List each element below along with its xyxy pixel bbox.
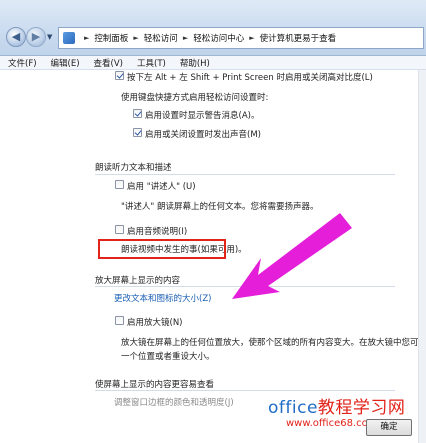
watermark-cn: 教程学习网: [317, 398, 406, 418]
menu-view[interactable]: 查看(V): [94, 57, 123, 69]
hc-sound-label[interactable]: 启用或关闭设置时发出声音(M): [145, 128, 261, 140]
menu-bar: 文件(F) 编辑(E) 查看(V) 工具(T) 帮助(H): [0, 56, 426, 70]
change-text-size-link[interactable]: 更改文本和图标的大小(Z): [114, 292, 211, 304]
history-dropdown-icon[interactable]: ▼: [47, 33, 52, 41]
address-bar-area: ◀ ▶ ▼ ► 控制面板 ► 轻松访问 ► 轻松访问中心 ► 使计算机更易于查看: [0, 0, 426, 56]
magnifier-description-line2: 一个位置或者重设大小。: [121, 352, 215, 362]
window-border-color-link[interactable]: 调整窗口边框的颜色和透明度(J): [114, 396, 234, 408]
address-path[interactable]: ► 控制面板 ► 轻松访问 ► 轻松访问中心 ► 使计算机更易于查看: [58, 27, 424, 49]
narrator-heading: 朗读听力文本和描述: [95, 163, 172, 173]
section-divider: [95, 174, 395, 175]
forward-arrow-icon: ▶: [31, 30, 41, 43]
magnifier-checkbox[interactable]: [115, 316, 124, 325]
magnifier-description-line1: 放大镜在屏幕上的任何位置放大，使那个区域的所有内容变大。在放大镜中您可以: [121, 338, 426, 348]
narrator-description: "讲述人" 朗读屏幕上的任何文本。您将需要扬声器。: [121, 202, 319, 212]
watermark-latin: office: [268, 398, 318, 418]
breadcrumb-separator-icon[interactable]: ►: [183, 34, 188, 42]
hc-shortcut-label[interactable]: 按下左 Alt + 左 Shift + Print Screen 时启用或关闭高…: [127, 71, 373, 83]
breadcrumb-ease-of-access-center[interactable]: 轻松访问中心: [193, 32, 244, 44]
menu-file[interactable]: 文件(F): [8, 57, 37, 69]
control-panel-icon: [63, 32, 75, 44]
hc-when-using-text: 使用键盘快捷方式启用轻松访问设置时:: [121, 93, 269, 103]
easier-to-see-heading: 使屏幕上显示的内容更容易查看: [95, 380, 215, 390]
watermark-url: www.office68.com: [286, 418, 378, 429]
hc-sound-checkbox[interactable]: [133, 128, 142, 137]
menu-tools[interactable]: 工具(T): [137, 57, 166, 69]
breadcrumb-make-computer-easier-to-see[interactable]: 使计算机更易于查看: [260, 32, 337, 44]
narrator-checkbox[interactable]: [115, 180, 124, 189]
ok-button[interactable]: 确定: [366, 419, 412, 436]
hc-shortcut-checkbox[interactable]: [115, 71, 124, 80]
watermark-logo: office教程学习网: [268, 393, 405, 418]
magnify-heading: 放大屏幕上显示的内容: [95, 276, 181, 286]
breadcrumb-separator-icon[interactable]: ►: [133, 34, 138, 42]
breadcrumb-separator-icon[interactable]: ►: [249, 34, 254, 42]
hc-warning-label[interactable]: 启用设置时显示警告消息(A)。: [145, 109, 259, 121]
magnifier-label[interactable]: 启用放大镜(N): [127, 316, 183, 328]
back-arrow-icon: ◀: [11, 30, 21, 43]
audio-description-checkbox[interactable]: [115, 225, 124, 234]
menu-edit[interactable]: 编辑(E): [51, 57, 80, 69]
menu-help[interactable]: 帮助(H): [180, 57, 210, 69]
breadcrumb-ease-of-access[interactable]: 轻松访问: [144, 32, 178, 44]
breadcrumb-separator-icon[interactable]: ►: [84, 34, 89, 42]
back-button[interactable]: ◀: [6, 27, 26, 47]
narrator-label[interactable]: 启用 "讲述人" (U): [127, 180, 196, 192]
forward-button[interactable]: ▶: [26, 27, 46, 47]
section-divider: [95, 390, 395, 391]
section-divider: [95, 286, 395, 287]
highlight-box: [98, 239, 226, 259]
hc-warning-checkbox[interactable]: [133, 109, 142, 118]
vertical-scrollbar[interactable]: [418, 70, 426, 443]
breadcrumb-control-panel[interactable]: 控制面板: [94, 32, 128, 44]
audio-description-label[interactable]: 启用音频说明(I): [127, 225, 187, 237]
